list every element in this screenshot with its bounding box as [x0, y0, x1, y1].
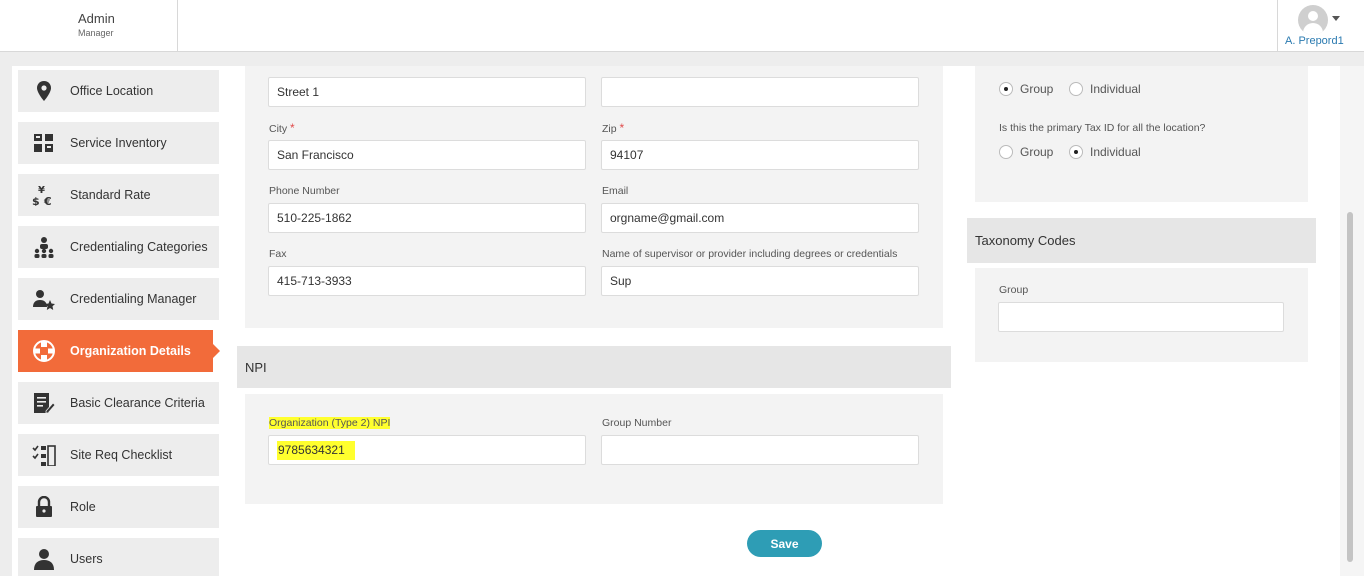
main-content: Street 1 City * San Francisco Zip * 9410…	[230, 66, 960, 576]
user-menu[interactable]: A. Prepord1	[1277, 0, 1364, 52]
radio-button[interactable]	[999, 145, 1013, 159]
primary-tax-group-option[interactable]: Group	[999, 145, 1053, 159]
svg-text:$: $	[32, 195, 40, 206]
sidebar-item-role[interactable]: Role	[18, 486, 219, 528]
primary-tax-individual-option[interactable]: Individual	[1069, 145, 1141, 159]
app-subtitle: Manager	[78, 28, 114, 38]
user-name[interactable]: A. Prepord1	[1285, 35, 1344, 47]
org-npi-label: Organization (Type 2) NPI	[269, 417, 391, 429]
sidebar-item-office-location[interactable]: Office Location	[18, 70, 219, 112]
lock-icon	[18, 486, 70, 528]
sidebar-item-label: Credentialing Manager	[70, 292, 197, 306]
sidebar-item-label: Users	[70, 552, 103, 566]
sidebar-item-basic-clearance-criteria[interactable]: Basic Clearance Criteria	[18, 382, 219, 424]
checklist-icon	[18, 434, 70, 476]
zip-label: Zip *	[602, 121, 625, 135]
fax-input[interactable]: 415-713-3933	[268, 266, 586, 296]
taxonomy-card: Group	[975, 268, 1308, 362]
radio-button[interactable]	[999, 82, 1013, 96]
group-number-label: Group Number	[602, 417, 672, 429]
save-button[interactable]: Save	[747, 530, 822, 557]
required-marker: *	[619, 121, 625, 135]
sidebar-item-label: Credentialing Categories	[70, 240, 208, 254]
sidebar-item-standard-rate[interactable]: ¥ $ € Standard Rate	[18, 174, 219, 216]
zip-input[interactable]: 94107	[601, 140, 919, 170]
phone-input[interactable]: 510-225-1862	[268, 203, 586, 233]
street1-input[interactable]: Street 1	[268, 77, 586, 107]
taxonomy-group-label: Group	[999, 284, 1029, 296]
scrollbar[interactable]	[1340, 66, 1364, 576]
svg-text:€: €	[43, 195, 52, 206]
radio-button[interactable]	[1069, 145, 1083, 159]
npi-card: Organization (Type 2) NPI 9785634321 Gro…	[245, 394, 943, 504]
group-number-input[interactable]	[601, 435, 919, 465]
sidebar-item-label: Basic Clearance Criteria	[70, 396, 205, 410]
app-title: Admin	[78, 11, 115, 26]
city-input[interactable]: San Francisco	[268, 140, 586, 170]
chevron-down-icon[interactable]	[1332, 16, 1340, 21]
location-pin-icon	[18, 70, 70, 112]
top-bar: Admin Manager A. Prepord1	[0, 0, 1364, 52]
tax-type-individual-option[interactable]: Individual	[1069, 82, 1141, 96]
address-card: Street 1 City * San Francisco Zip * 9410…	[245, 66, 943, 328]
edit-document-icon	[18, 382, 70, 424]
npi-section-heading: NPI	[237, 346, 951, 388]
sidebar-item-organization-details[interactable]: Organization Details	[18, 330, 220, 372]
currency-icon: ¥ $ €	[18, 174, 70, 216]
org-npi-input[interactable]: 9785634321	[268, 435, 586, 465]
sidebar-item-label: Office Location	[70, 84, 154, 98]
street2-input[interactable]	[601, 77, 919, 107]
required-marker: *	[290, 121, 295, 135]
inventory-icon	[18, 122, 70, 164]
taxonomy-group-input[interactable]	[998, 302, 1284, 332]
email-label: Email	[602, 185, 629, 197]
sidebar-item-service-inventory[interactable]: Service Inventory	[18, 122, 219, 164]
sidebar-item-site-req-checklist[interactable]: Site Req Checklist	[18, 434, 219, 476]
radio-button[interactable]	[1069, 82, 1083, 96]
sidebar: Office Location Service Inventory ¥ $ € St…	[12, 66, 230, 576]
user-star-icon	[18, 278, 70, 320]
sidebar-item-label: Service Inventory	[70, 136, 167, 150]
user-icon	[18, 538, 70, 576]
phone-label: Phone Number	[269, 185, 340, 197]
tax-card: Group Individual Is this the primary Tax…	[975, 66, 1308, 202]
sidebar-item-label: Role	[70, 500, 96, 514]
supervisor-input[interactable]: Sup	[601, 266, 919, 296]
org-chart-icon	[18, 226, 70, 268]
organization-icon	[18, 330, 70, 372]
avatar-icon[interactable]	[1298, 5, 1328, 35]
sidebar-item-label: Site Req Checklist	[70, 448, 173, 462]
primary-tax-question: Is this the primary Tax ID for all the l…	[999, 122, 1206, 134]
city-label: City *	[269, 121, 295, 135]
sidebar-item-credentialing-categories[interactable]: Credentialing Categories	[18, 226, 219, 268]
fax-label: Fax	[269, 248, 287, 260]
right-panel: Group Individual Is this the primary Tax…	[960, 66, 1340, 576]
taxonomy-section-heading: Taxonomy Codes	[967, 218, 1316, 263]
sidebar-item-credentialing-manager[interactable]: Credentialing Manager	[18, 278, 219, 320]
tax-type-group-option[interactable]: Group	[999, 82, 1053, 96]
scrollbar-thumb[interactable]	[1347, 212, 1353, 562]
email-input[interactable]: orgname@gmail.com	[601, 203, 919, 233]
sidebar-item-label: Standard Rate	[70, 188, 151, 202]
sidebar-item-users[interactable]: Users	[18, 538, 219, 576]
brand: Admin Manager	[0, 0, 178, 52]
supervisor-label: Name of supervisor or provider including…	[602, 248, 898, 260]
sidebar-item-label: Organization Details	[70, 344, 191, 358]
